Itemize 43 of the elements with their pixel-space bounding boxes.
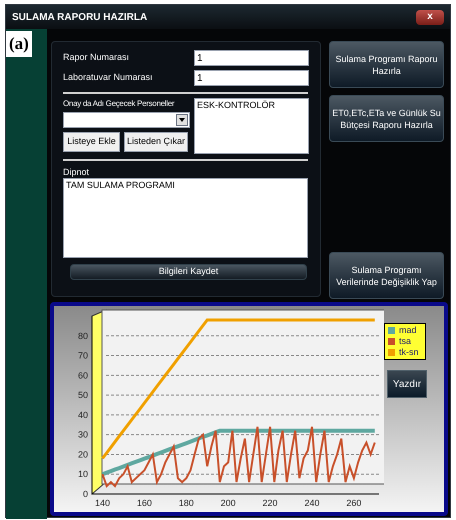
remove-button[interactable]: Listeden Çıkar bbox=[124, 132, 188, 152]
field-label: Rapor Numarası bbox=[63, 51, 130, 64]
window-title: SULAMA RAPORU HAZIRLA bbox=[12, 10, 148, 24]
save-button[interactable]: Bilgileri Kaydet bbox=[70, 264, 307, 280]
x-tick-label: 220 bbox=[262, 498, 278, 508]
x-tick-label: 180 bbox=[178, 498, 194, 508]
add-button[interactable]: Listeye Ekle bbox=[63, 132, 120, 152]
legend-swatch bbox=[388, 327, 395, 334]
legend-swatch bbox=[388, 349, 395, 356]
dropdown-field[interactable] bbox=[63, 112, 190, 128]
x-tick-label: 160 bbox=[136, 498, 152, 508]
legend-label: tk-sn bbox=[399, 346, 419, 359]
x-tick-label: 200 bbox=[220, 498, 236, 508]
list-item[interactable]: ESK-KONTROLÖR bbox=[197, 99, 306, 112]
legend-swatch bbox=[388, 338, 395, 345]
y-tick-label: 60 bbox=[78, 370, 88, 380]
y-tick-label: 30 bbox=[78, 430, 88, 440]
section-label: Dipnot bbox=[63, 166, 90, 178]
legend-label: tsa bbox=[399, 334, 412, 348]
panel-label: (a) bbox=[6, 31, 32, 57]
section-label: Onay da Adı Geçecek Personeller bbox=[63, 98, 176, 110]
y-tick-label: 20 bbox=[78, 449, 88, 460]
x-tick-label: 240 bbox=[304, 498, 320, 508]
caret-icon bbox=[179, 118, 185, 122]
action-button[interactable]: ET0,ETc,ETa ve Günlük Su Bütçesi Raporu Hazırla bbox=[329, 95, 444, 142]
input-field[interactable]: 1 bbox=[194, 50, 309, 66]
y-tick-label: 0 bbox=[82, 489, 88, 499]
y-tick-label: 10 bbox=[78, 469, 88, 480]
action-button[interactable]: Sulama Programı Raporu Hazırla bbox=[329, 41, 444, 88]
input-field[interactable]: 1 bbox=[194, 70, 309, 86]
footnote-field[interactable]: TAM SULAMA PROGRAMI bbox=[63, 178, 308, 258]
legend-label: mad bbox=[399, 324, 417, 337]
list-box[interactable]: ESK-KONTROLÖR bbox=[194, 98, 309, 154]
y-tick-label: 80 bbox=[78, 330, 88, 341]
y-tick-label: 50 bbox=[78, 390, 88, 400]
x-tick-label: 260 bbox=[346, 498, 362, 508]
field-label: Laboratuvar Numarası bbox=[63, 71, 153, 84]
action-button[interactable]: Sulama Programı Verilerinde Değişiklik Yap bbox=[329, 252, 444, 299]
y-tick-label: 40 bbox=[78, 410, 88, 420]
y-tick-label: 70 bbox=[78, 350, 88, 361]
print-button[interactable]: Yazdır bbox=[387, 370, 427, 398]
x-tick-label: 140 bbox=[94, 498, 110, 508]
close-button[interactable]: x bbox=[416, 10, 444, 24]
